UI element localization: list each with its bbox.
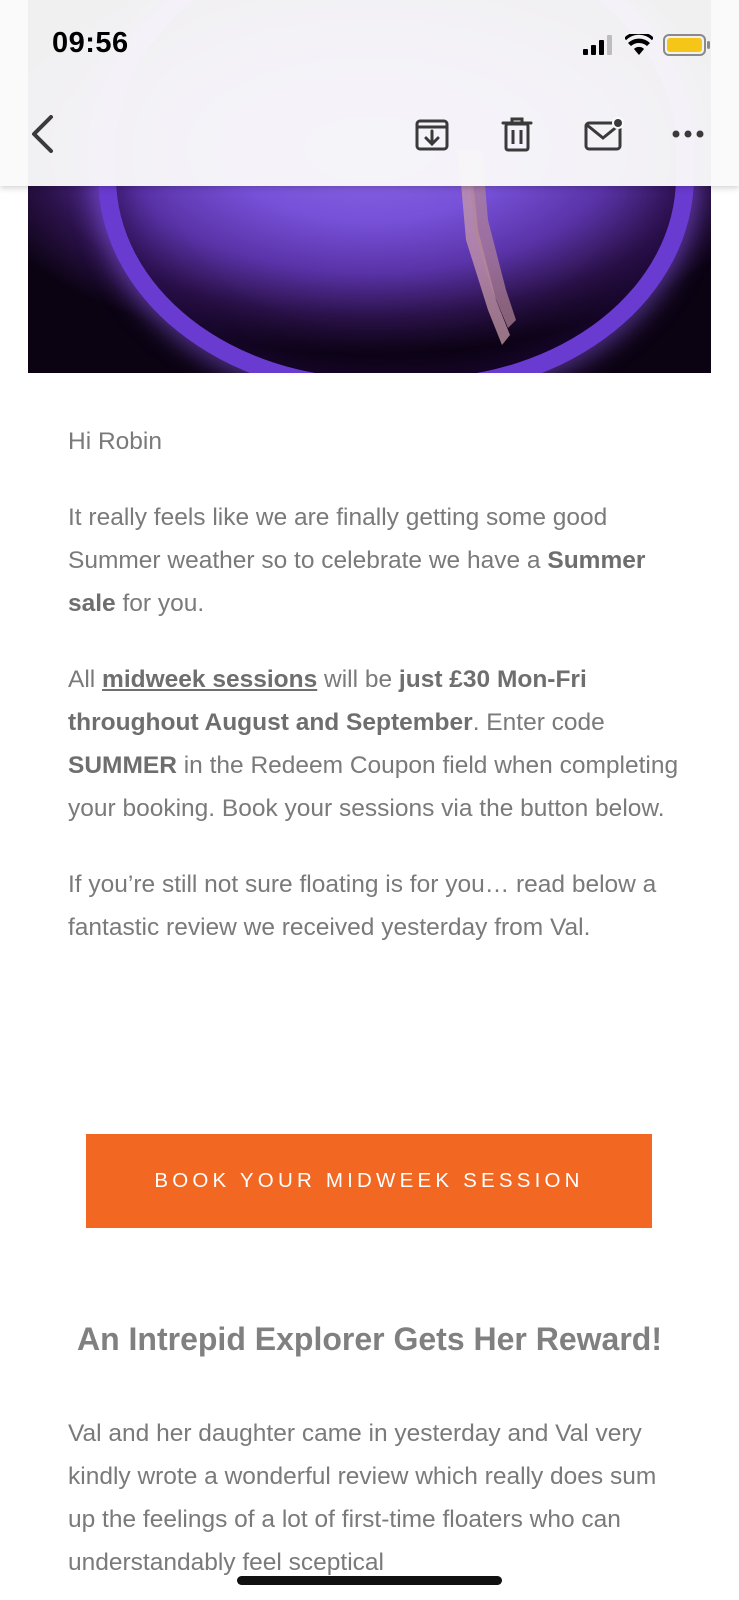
status-time: 09:56	[52, 27, 129, 59]
coupon-code: SUMMER	[68, 752, 177, 779]
more-button[interactable]	[666, 112, 710, 156]
mark-unread-button[interactable]	[582, 112, 626, 156]
battery-icon	[663, 34, 710, 56]
book-midweek-session-button[interactable]: BOOK YOUR MIDWEEK SESSION	[86, 1134, 652, 1228]
delete-button[interactable]	[495, 112, 539, 156]
mail-unread-icon	[584, 117, 624, 151]
archive-button[interactable]	[410, 112, 454, 156]
midweek-sessions-link[interactable]: midweek sessions	[102, 666, 317, 693]
review-paragraph: Val and her daughter came in yesterday a…	[68, 1420, 657, 1576]
back-icon	[32, 115, 53, 153]
email-body: Hi Robin It really feels like we are fin…	[68, 420, 683, 982]
top-navigation-bar: 09:56	[0, 0, 739, 186]
status-icons	[583, 30, 711, 60]
section-heading: An Intrepid Explorer Gets Her Reward!	[76, 1321, 662, 1357]
paragraph-summer-sale: It really feels like we are finally gett…	[68, 504, 646, 617]
home-indicator[interactable]	[237, 1576, 502, 1585]
back-button[interactable]	[20, 112, 64, 156]
signal-icon	[583, 35, 612, 55]
paragraph-review-intro: If you’re still not sure floating is for…	[68, 871, 657, 941]
archive-icon	[415, 119, 449, 151]
paragraph-offer-details: All midweek sessions will be just £30 Mo…	[68, 666, 679, 822]
greeting: Hi Robin	[68, 428, 162, 455]
wifi-icon	[625, 34, 653, 55]
trash-icon	[501, 117, 533, 152]
more-icon	[672, 130, 704, 138]
